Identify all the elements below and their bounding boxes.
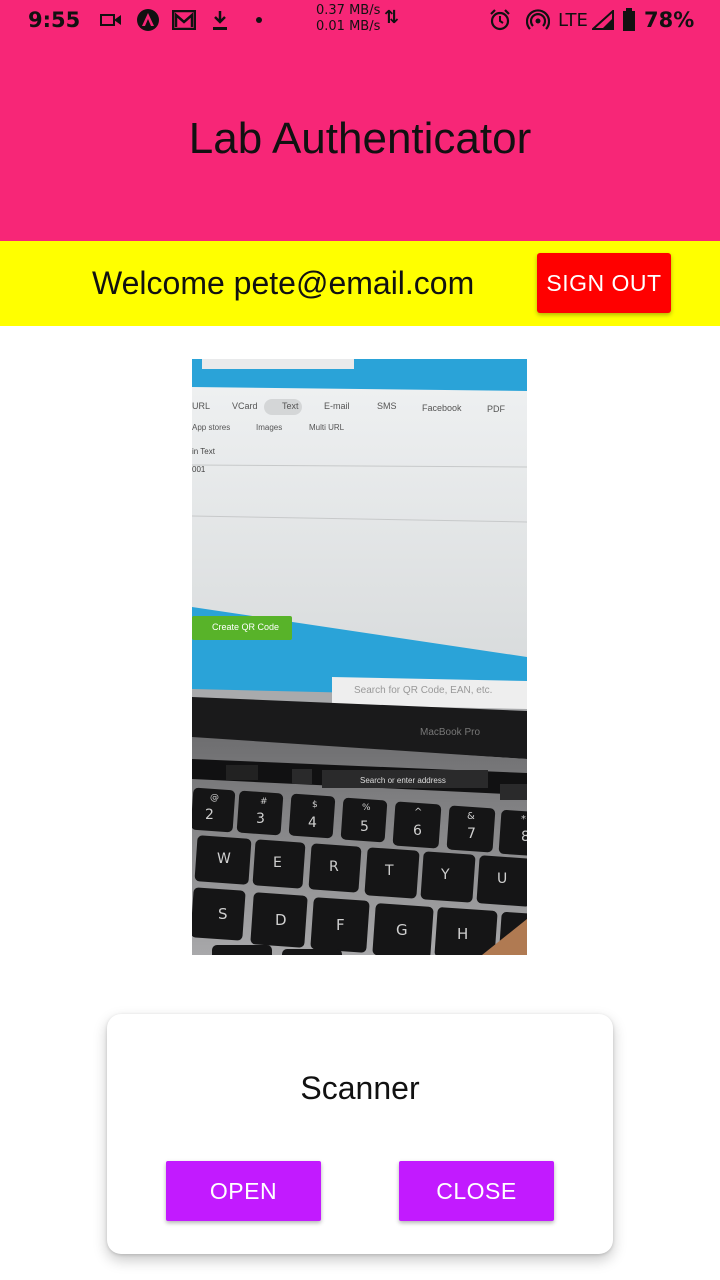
app-title: Lab Authenticator [188, 113, 532, 163]
preview-keyboard-labels: @ 2 # 3 $ 4 % 5 ^ 6 & 7 * 8 W E R T Y U … [205, 793, 527, 943]
app-notification-icon [136, 8, 160, 32]
app-header: Lab Authenticator [0, 40, 720, 241]
camera-preview: URL VCard Text E-mail SMS Facebook PDF A… [192, 359, 527, 955]
video-camera-icon [100, 8, 122, 32]
scanner-card: Scanner OPEN CLOSE [107, 1014, 613, 1254]
welcome-message: Welcome pete@email.com [92, 265, 475, 301]
alarm-icon [488, 8, 512, 32]
hotspot-icon [526, 8, 550, 32]
status-time: 9:55 [28, 8, 81, 32]
open-scanner-button[interactable]: OPEN [166, 1161, 321, 1221]
data-transfer-icon: ⇅ [384, 7, 400, 28]
signal-icon [592, 8, 614, 32]
download-icon [210, 8, 230, 32]
scanner-title: Scanner [300, 1070, 420, 1106]
mail-icon [172, 8, 196, 32]
battery-icon [622, 8, 636, 32]
network-speed: 0.37 MB/s 0.01 MB/s [316, 3, 381, 34]
sign-out-button[interactable]: SIGN OUT [537, 253, 671, 313]
close-scanner-button[interactable]: CLOSE [399, 1161, 554, 1221]
more-notifications-icon [254, 8, 264, 32]
battery-percentage: 78% [644, 8, 695, 32]
status-bar: 9:55 0.37 MB/s 0.01 MB/s ⇅ LTE 78% [0, 0, 720, 40]
network-type: LTE [558, 10, 588, 31]
